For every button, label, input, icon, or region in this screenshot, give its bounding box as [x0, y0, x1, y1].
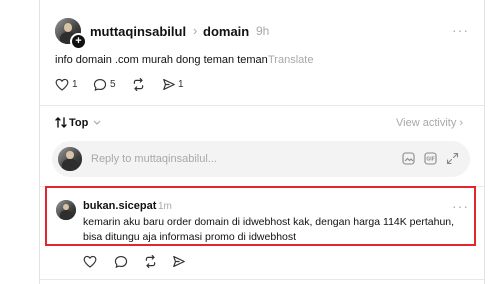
- post-text: info domain .com murah dong teman teman: [55, 54, 268, 66]
- comment-highlight-box: [45, 186, 476, 246]
- expand-icon[interactable]: [446, 152, 459, 165]
- reply-avatar: [58, 147, 82, 171]
- share-icon[interactable]: [162, 78, 176, 91]
- post-more-button[interactable]: ···: [452, 22, 469, 38]
- repost-icon[interactable]: [131, 78, 146, 91]
- post-time: 9h: [256, 24, 270, 38]
- view-activity-link[interactable]: View activity ›: [396, 117, 463, 129]
- community-link[interactable]: domain: [203, 24, 249, 39]
- sort-icon[interactable]: [55, 117, 67, 128]
- comment-count: 5: [110, 79, 116, 90]
- divider: [40, 279, 484, 280]
- sort-label[interactable]: Top: [69, 117, 88, 129]
- gif-icon[interactable]: GIF: [424, 152, 437, 165]
- image-icon[interactable]: [402, 152, 415, 165]
- post-username[interactable]: muttaqinsabilul: [90, 24, 186, 39]
- share-count: 1: [178, 79, 184, 90]
- like-count: 1: [72, 79, 78, 90]
- comment-icon[interactable]: [114, 255, 128, 268]
- chevron-down-icon[interactable]: [93, 120, 101, 126]
- divider: [40, 105, 484, 106]
- heart-icon[interactable]: [83, 255, 97, 268]
- repost-icon[interactable]: [143, 255, 158, 268]
- translate-link[interactable]: Translate: [268, 54, 313, 66]
- breadcrumb-separator: ›: [193, 23, 198, 38]
- comment-icon[interactable]: [93, 78, 107, 91]
- svg-text:GIF: GIF: [426, 157, 434, 163]
- reply-input[interactable]: Reply to muttaqinsabilul...: [91, 153, 217, 165]
- share-icon[interactable]: [172, 255, 186, 268]
- follow-plus-icon[interactable]: +: [70, 33, 87, 50]
- heart-icon[interactable]: [55, 78, 69, 91]
